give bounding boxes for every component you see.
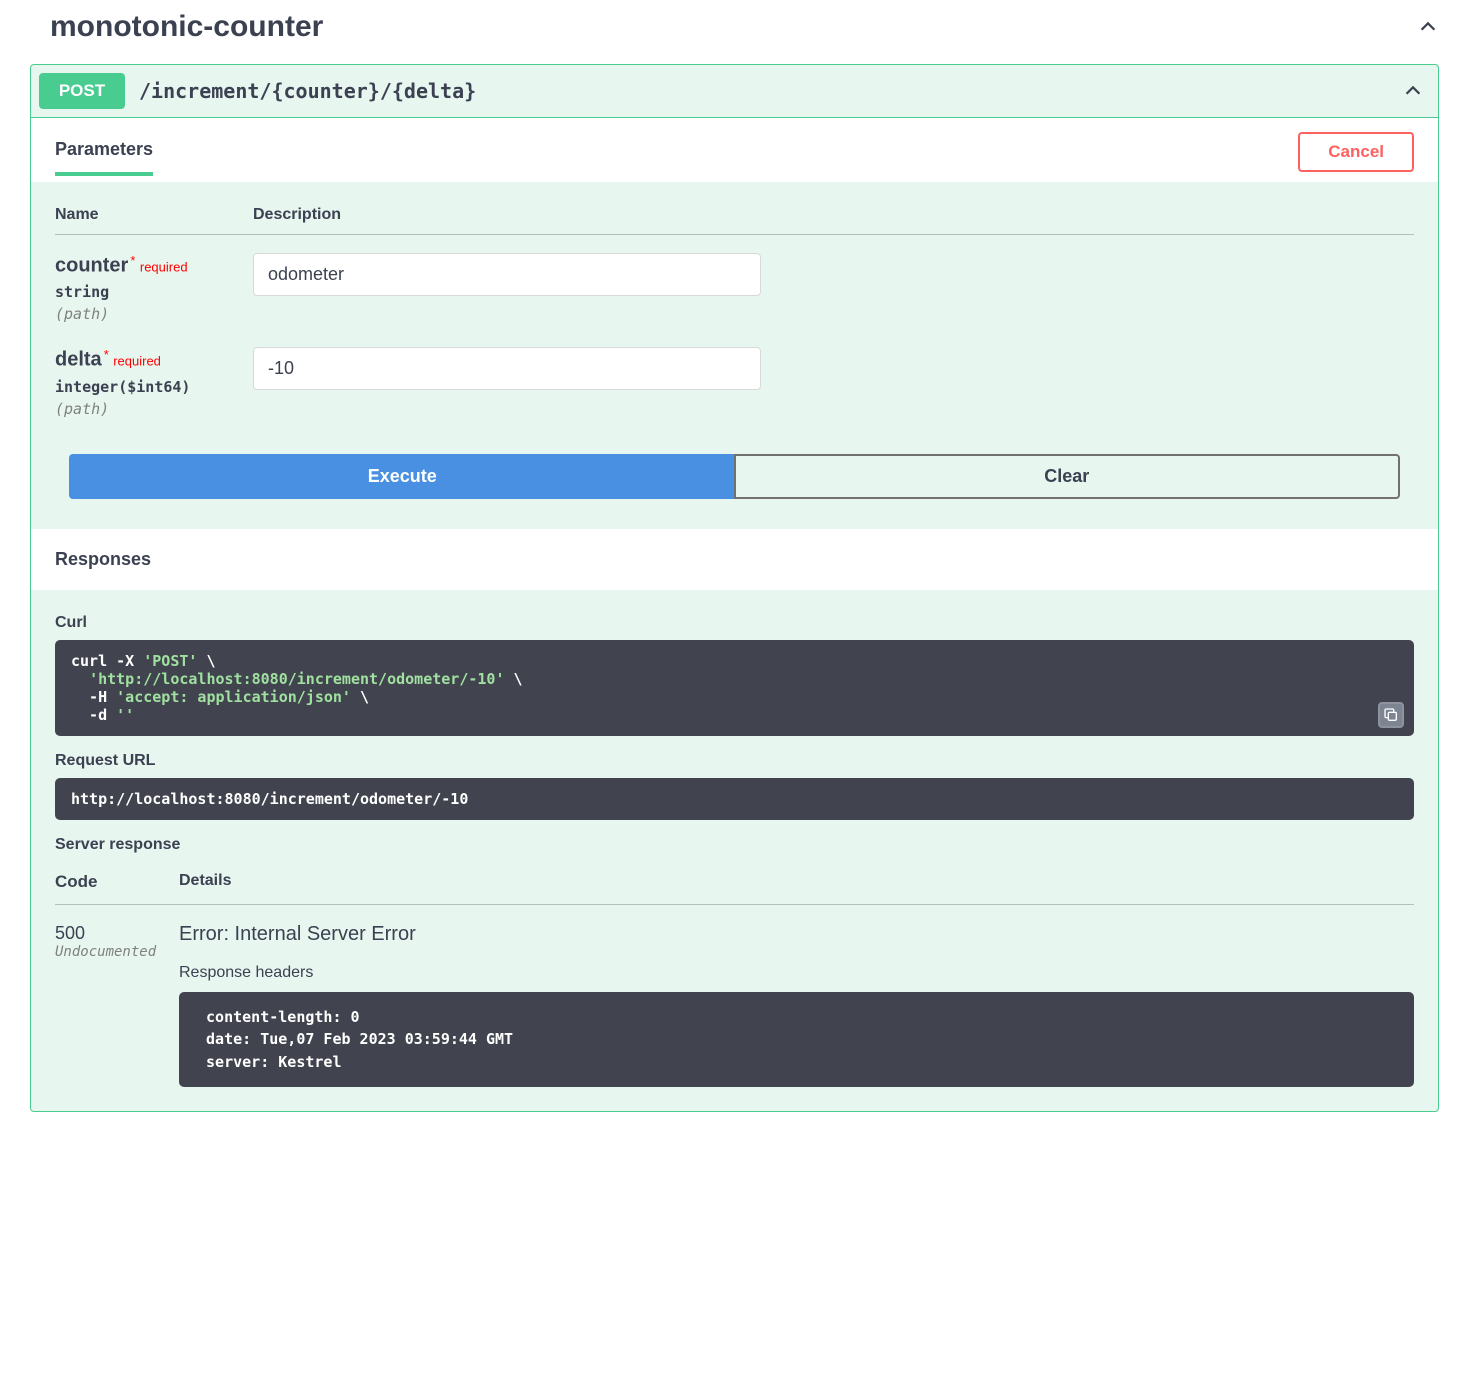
chevron-up-icon[interactable] xyxy=(1417,16,1439,38)
param-in: (path) xyxy=(55,400,253,418)
response-code: 500 xyxy=(55,923,179,944)
col-desc-header: Description xyxy=(253,206,341,224)
request-url-label: Request URL xyxy=(55,752,1414,770)
col-name-header: Name xyxy=(55,206,253,224)
operation-path: /increment/{counter}/{delta} xyxy=(139,79,1402,103)
clear-button[interactable]: Clear xyxy=(734,454,1401,499)
parameters-body: Name Description counter* required strin… xyxy=(31,182,1438,529)
undocumented-label: Undocumented xyxy=(55,944,179,960)
required-star: * xyxy=(130,253,135,268)
button-row: Execute Clear xyxy=(55,424,1414,505)
copy-icon[interactable] xyxy=(1378,702,1404,728)
param-type: integer($int64) xyxy=(55,378,253,396)
response-headers-block: content-length: 0 date: Tue,07 Feb 2023 … xyxy=(179,992,1414,1088)
execute-button[interactable]: Execute xyxy=(69,454,734,499)
responses-body: Curl curl -X 'POST' \ 'http://localhost:… xyxy=(31,590,1438,1112)
curl-block: curl -X 'POST' \ 'http://localhost:8080/… xyxy=(55,640,1414,736)
param-name: counter xyxy=(55,254,128,276)
section-header[interactable]: monotonic-counter xyxy=(30,0,1439,64)
required-text: required xyxy=(113,354,161,369)
response-row: 500 Undocumented Error: Internal Server … xyxy=(55,905,1414,1088)
response-table-header: Code Details xyxy=(55,872,1414,905)
param-row: counter* required string (path) xyxy=(55,235,1414,329)
param-input-delta[interactable] xyxy=(253,347,761,390)
required-star: * xyxy=(104,347,109,362)
cancel-button[interactable]: Cancel xyxy=(1298,132,1414,172)
tab-parameters[interactable]: Parameters xyxy=(55,139,153,176)
responses-header: Responses xyxy=(31,529,1438,590)
col-code-header: Code xyxy=(55,872,179,892)
operation-block: POST /increment/{counter}/{delta} Parame… xyxy=(30,64,1439,1112)
param-in: (path) xyxy=(55,305,253,323)
method-badge: POST xyxy=(39,73,125,109)
response-headers-label: Response headers xyxy=(179,964,1414,982)
operation-summary[interactable]: POST /increment/{counter}/{delta} xyxy=(31,65,1438,118)
param-row: delta* required integer($int64) (path) xyxy=(55,329,1414,423)
required-text: required xyxy=(140,259,188,274)
chevron-up-icon[interactable] xyxy=(1402,80,1424,102)
request-url-block: http://localhost:8080/increment/odometer… xyxy=(55,778,1414,820)
server-response-label: Server response xyxy=(55,836,1414,854)
section-title: monotonic-counter xyxy=(50,10,323,44)
param-input-counter[interactable] xyxy=(253,253,761,296)
param-type: string xyxy=(55,283,253,301)
param-table-header: Name Description xyxy=(55,206,1414,235)
param-name: delta xyxy=(55,349,102,371)
error-message: Error: Internal Server Error xyxy=(179,923,1414,946)
curl-label: Curl xyxy=(55,614,1414,632)
col-details-header: Details xyxy=(179,872,231,892)
tab-row: Parameters Cancel xyxy=(31,118,1438,182)
